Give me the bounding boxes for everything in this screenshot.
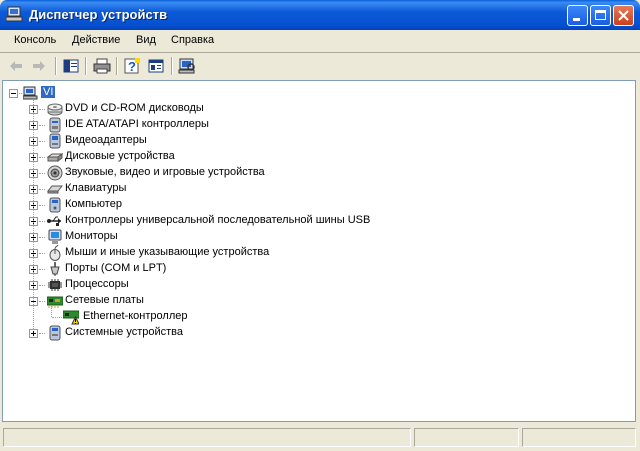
status-panel-2	[414, 428, 519, 447]
category-label[interactable]: Видеоадаптеры	[65, 134, 147, 146]
category-label[interactable]: Порты (COM и LPT)	[65, 262, 166, 274]
tree-connector	[51, 305, 53, 317]
toolbar: ?	[0, 53, 640, 79]
tree-connector	[39, 269, 45, 271]
menu-bar: Консоль Действие Вид Справка	[0, 30, 640, 52]
tree-connector	[39, 253, 45, 255]
category-label[interactable]: Клавиатуры	[65, 182, 126, 194]
processor-icon	[48, 279, 62, 291]
tree-connector	[52, 317, 62, 319]
back-arrow-icon[interactable]	[6, 56, 26, 76]
device-manager-window: Диспетчер устройств Консоль Действие Вид…	[0, 0, 640, 451]
tree-connector	[33, 99, 35, 329]
device-manager-icon	[6, 6, 23, 22]
tree-connector	[39, 157, 45, 159]
tree-connector	[39, 173, 45, 175]
toolbar-separator	[85, 57, 87, 75]
category-label[interactable]: Звуковые, видео и игровые устройства	[65, 166, 265, 178]
tree-connector	[39, 125, 45, 127]
system-device-icon	[49, 325, 61, 341]
display-adapter-icon	[49, 133, 61, 149]
properties-icon[interactable]	[146, 56, 166, 76]
toolbar-separator	[171, 57, 173, 75]
tree-connector	[39, 333, 45, 335]
tree-root-label[interactable]: VI	[41, 86, 56, 98]
tree-connector	[39, 141, 45, 143]
category-label[interactable]: Компьютер	[65, 198, 122, 210]
root-computer-icon	[23, 86, 38, 100]
toolbar-separator	[116, 57, 118, 75]
tree-connector	[17, 93, 22, 95]
close-icon	[618, 10, 629, 21]
tree-connector	[39, 189, 45, 191]
title-bar[interactable]: Диспетчер устройств	[0, 0, 640, 30]
category-label[interactable]: Процессоры	[65, 278, 129, 290]
tree-connector	[39, 301, 45, 303]
sound-icon	[47, 165, 63, 181]
tree-connector	[39, 109, 45, 111]
category-label[interactable]: DVD и CD-ROM дисководы	[65, 102, 204, 114]
status-bar	[0, 424, 640, 451]
status-panel-3	[522, 428, 636, 447]
toolbar-separator	[55, 57, 57, 75]
category-label[interactable]: Мыши и иные указывающие устройства	[65, 246, 269, 258]
cdrom-icon	[47, 103, 63, 116]
menu-view[interactable]: Вид	[136, 34, 156, 46]
ide-controller-icon	[49, 117, 61, 133]
print-icon[interactable]	[92, 56, 112, 76]
network-card-icon	[47, 296, 63, 308]
device-label[interactable]: Ethernet-контроллер	[83, 310, 187, 322]
svg-text:?: ?	[128, 59, 136, 74]
mouse-icon	[49, 245, 61, 261]
maximize-button[interactable]	[590, 5, 611, 26]
tree-connector	[39, 205, 45, 207]
maximize-icon	[595, 10, 606, 20]
warning-network-icon	[63, 310, 79, 325]
category-expand-toggle[interactable]	[29, 329, 38, 338]
menu-action[interactable]: Действие	[72, 34, 120, 46]
category-label[interactable]: Системные устройства	[65, 326, 183, 338]
menu-console[interactable]: Консоль	[14, 34, 56, 46]
computer-icon	[49, 197, 61, 213]
keyboard-icon	[47, 185, 63, 194]
minimize-button[interactable]	[567, 5, 588, 26]
help-icon[interactable]: ?	[122, 56, 142, 76]
device-tree[interactable]: VI DVD и CD-ROM дисководы IDE ATA/ATAPI ко…	[2, 80, 636, 422]
category-label[interactable]: IDE ATA/ATAPI контроллеры	[65, 118, 209, 130]
scan-hardware-icon[interactable]	[177, 56, 197, 76]
usb-icon	[47, 216, 61, 226]
window-title: Диспетчер устройств	[29, 7, 168, 22]
monitor-icon	[48, 229, 62, 244]
minimize-icon	[573, 18, 580, 21]
category-label[interactable]: Сетевые платы	[65, 294, 144, 306]
close-button[interactable]	[613, 5, 634, 26]
category-label[interactable]: Мониторы	[65, 230, 118, 242]
tree-connector	[39, 285, 45, 287]
disk-drive-icon	[47, 153, 63, 162]
status-panel-main	[3, 428, 411, 447]
category-label[interactable]: Контроллеры универсальной последовательн…	[65, 214, 370, 226]
forward-arrow-icon[interactable]	[29, 56, 49, 76]
tree-connector	[39, 237, 45, 239]
menu-help[interactable]: Справка	[171, 34, 214, 46]
port-icon	[50, 262, 60, 276]
category-label[interactable]: Дисковые устройства	[65, 150, 175, 162]
show-hide-tree-icon[interactable]	[61, 56, 81, 76]
tree-connector	[39, 221, 45, 223]
